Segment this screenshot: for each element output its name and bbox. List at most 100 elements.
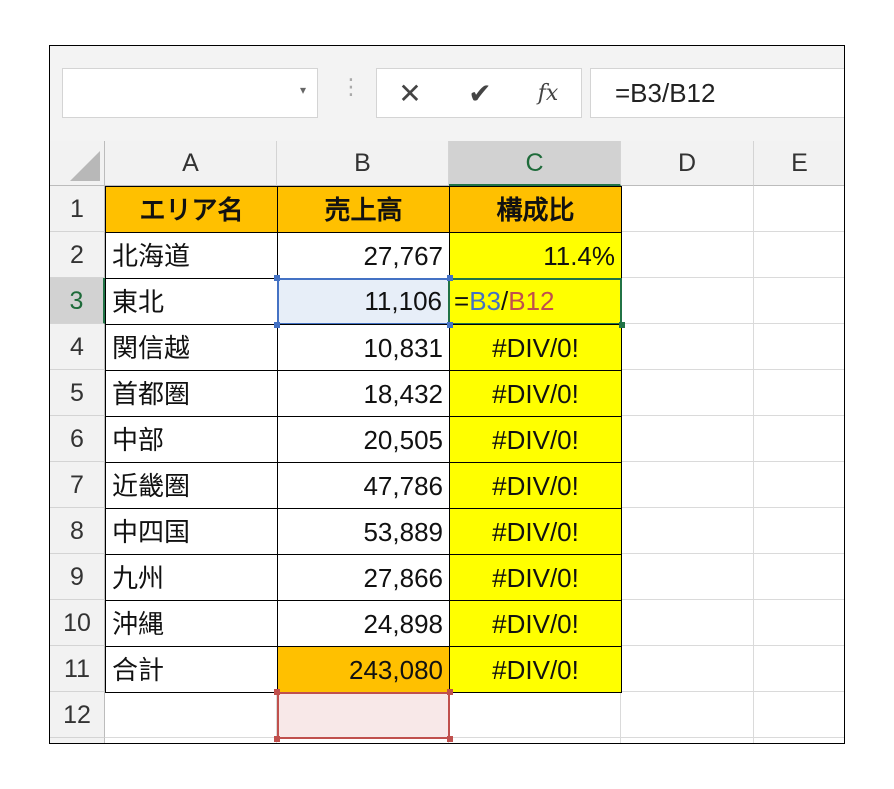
range-handle-b3[interactable] (274, 322, 280, 328)
cell-d12[interactable] (621, 692, 754, 738)
cell-d3[interactable] (621, 278, 754, 324)
row-header-4[interactable]: 4 (50, 324, 105, 370)
cell-a4[interactable]: 関信越 (105, 324, 278, 371)
row-header-7[interactable]: 7 (50, 462, 105, 508)
row-header-3[interactable]: 3 (50, 278, 105, 324)
cell-c3-editing[interactable]: =B3/B12 (448, 278, 622, 325)
cell-d11[interactable] (621, 646, 754, 692)
insert-function-icon[interactable]: fx (531, 77, 565, 111)
cell-d8[interactable] (621, 508, 754, 554)
cell-c4[interactable]: #DIV/0! (449, 324, 622, 371)
cell-a9[interactable]: 九州 (105, 554, 278, 601)
fill-handle[interactable] (619, 322, 625, 328)
cell-b12-referenced[interactable] (277, 692, 450, 739)
row-header-1[interactable]: 1 (50, 186, 105, 232)
cell-a2[interactable]: 北海道 (105, 232, 278, 279)
cell-d7[interactable] (621, 462, 754, 508)
cell-a8[interactable]: 中四国 (105, 508, 278, 555)
cell-c9[interactable]: #DIV/0! (449, 554, 622, 601)
cell-b9[interactable]: 27,866 (277, 554, 450, 601)
range-handle-b3[interactable] (447, 322, 453, 328)
cell-c13[interactable] (449, 738, 621, 743)
cell-e9[interactable] (754, 554, 844, 600)
cell-e12[interactable] (754, 692, 844, 738)
cell-e10[interactable] (754, 600, 844, 646)
cell-e5[interactable] (754, 370, 844, 416)
cell-b4[interactable]: 10,831 (277, 324, 450, 371)
cell-e13[interactable] (754, 738, 844, 743)
row-header-9[interactable]: 9 (50, 554, 105, 600)
row-header-10[interactable]: 10 (50, 600, 105, 646)
cell-b8[interactable]: 53,889 (277, 508, 450, 555)
formula-ref-b12: B12 (508, 286, 555, 316)
column-header-e[interactable]: E (754, 141, 844, 186)
cell-e1[interactable] (754, 186, 844, 232)
cell-c7[interactable]: #DIV/0! (449, 462, 622, 509)
cell-a5[interactable]: 首都圏 (105, 370, 278, 417)
cell-d1[interactable] (621, 186, 754, 232)
cell-d5[interactable] (621, 370, 754, 416)
cell-c12[interactable] (449, 692, 621, 738)
column-header-d[interactable]: D (621, 141, 754, 186)
cell-a12[interactable] (105, 692, 277, 738)
cell-a10[interactable]: 沖縄 (105, 600, 278, 647)
cell-b2[interactable]: 27,767 (277, 232, 450, 279)
cell-a13[interactable] (105, 738, 277, 743)
cell-d13[interactable] (621, 738, 754, 743)
row-header-8[interactable]: 8 (50, 508, 105, 554)
column-header-b[interactable]: B (277, 141, 449, 186)
cell-b5[interactable]: 18,432 (277, 370, 450, 417)
range-handle-b12[interactable] (274, 736, 280, 742)
drag-handle-icon[interactable]: ⋮ (340, 76, 362, 98)
cell-e4[interactable] (754, 324, 844, 370)
cell-b7[interactable]: 47,786 (277, 462, 450, 509)
cell-c5[interactable]: #DIV/0! (449, 370, 622, 417)
cell-a7[interactable]: 近畿圏 (105, 462, 278, 509)
cell-a1-header-area[interactable]: エリア名 (105, 186, 278, 233)
cell-b11-total[interactable]: 243,080 (277, 646, 450, 693)
column-header-a[interactable]: A (105, 141, 277, 186)
cell-c2[interactable]: 11.4% (449, 232, 622, 279)
cell-c6[interactable]: #DIV/0! (449, 416, 622, 463)
cell-b6[interactable]: 20,505 (277, 416, 450, 463)
row-header-11[interactable]: 11 (50, 646, 105, 692)
cell-d9[interactable] (621, 554, 754, 600)
cell-e7[interactable] (754, 462, 844, 508)
range-handle-b12[interactable] (447, 689, 453, 695)
cell-e11[interactable] (754, 646, 844, 692)
row-header-6[interactable]: 6 (50, 416, 105, 462)
range-handle-b12[interactable] (447, 736, 453, 742)
row-header-13[interactable] (50, 738, 105, 743)
row-header-5[interactable]: 5 (50, 370, 105, 416)
cell-a6[interactable]: 中部 (105, 416, 278, 463)
range-handle-b3[interactable] (274, 275, 280, 281)
formula-input[interactable]: =B3/B12 (590, 68, 844, 118)
cell-c1-header-ratio[interactable]: 構成比 (449, 186, 622, 233)
cell-a3[interactable]: 東北 (105, 278, 278, 325)
enter-icon[interactable]: ✔ (463, 77, 497, 111)
cell-d4[interactable] (621, 324, 754, 370)
cell-a11-total-label[interactable]: 合計 (105, 646, 278, 693)
cell-b3-referenced[interactable]: 11,106 (277, 278, 450, 325)
cell-d2[interactable] (621, 232, 754, 278)
cell-e6[interactable] (754, 416, 844, 462)
range-handle-b12[interactable] (274, 689, 280, 695)
cell-c10[interactable]: #DIV/0! (449, 600, 622, 647)
column-header-c[interactable]: C (449, 141, 621, 186)
cell-c8[interactable]: #DIV/0! (449, 508, 622, 555)
row-header-2[interactable]: 2 (50, 232, 105, 278)
row-header-12[interactable]: 12 (50, 692, 105, 738)
cell-e3[interactable] (754, 278, 844, 324)
cell-b1-header-sales[interactable]: 売上高 (277, 186, 450, 233)
cell-e2[interactable] (754, 232, 844, 278)
cell-b10[interactable]: 24,898 (277, 600, 450, 647)
cell-d6[interactable] (621, 416, 754, 462)
name-box[interactable]: ▾ (62, 68, 318, 118)
select-all-corner[interactable] (50, 141, 105, 186)
range-handle-b3[interactable] (447, 275, 453, 281)
cell-d10[interactable] (621, 600, 754, 646)
cancel-icon[interactable]: ✕ (393, 77, 427, 111)
chevron-down-icon[interactable]: ▾ (300, 83, 306, 97)
cell-e8[interactable] (754, 508, 844, 554)
cell-c11[interactable]: #DIV/0! (449, 646, 622, 693)
